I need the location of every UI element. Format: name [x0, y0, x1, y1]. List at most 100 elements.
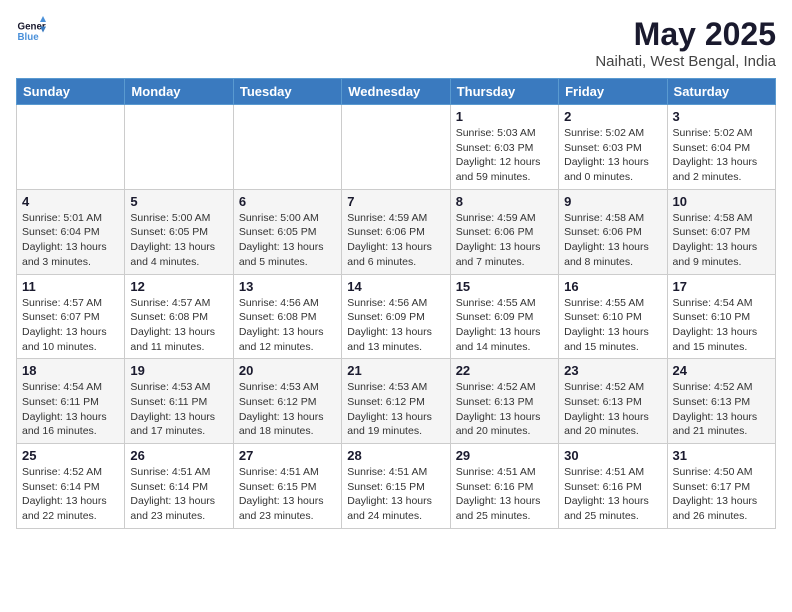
- day-number: 12: [130, 279, 227, 294]
- day-number: 2: [564, 109, 661, 124]
- day-number: 24: [673, 363, 770, 378]
- day-info: Sunrise: 4:57 AMSunset: 6:07 PMDaylight:…: [22, 296, 119, 355]
- calendar-cell: 8 Sunrise: 4:59 AMSunset: 6:06 PMDaylight…: [450, 189, 558, 274]
- calendar-cell: 28 Sunrise: 4:51 AMSunset: 6:15 PMDayligh…: [342, 444, 450, 529]
- calendar-cell: 5Sunrise: 5:00 AMSunset: 6:05 PMDaylight…: [125, 189, 233, 274]
- day-number: 22: [456, 363, 553, 378]
- day-number: 11: [22, 279, 119, 294]
- day-info: Sunrise: 4:51 AMSunset: 6:15 PMDaylight:…: [347, 465, 444, 524]
- day-info: Sunrise: 4:51 AMSunset: 6:15 PMDaylight:…: [239, 465, 336, 524]
- calendar-cell: 3Sunrise: 5:02 AMSunset: 6:04 PMDaylight…: [667, 105, 775, 190]
- day-number: 8: [456, 194, 553, 209]
- day-info: Sunrise: 4:52 AMSunset: 6:13 PMDaylight:…: [673, 380, 770, 439]
- calendar-cell: 24 Sunrise: 4:52 AMSunset: 6:13 PMDayligh…: [667, 359, 775, 444]
- day-number: 20: [239, 363, 336, 378]
- day-info: Sunrise: 4:51 AMSunset: 6:16 PMDaylight:…: [456, 465, 553, 524]
- calendar-cell: 19Sunrise: 4:53 AMSunset: 6:11 PMDayligh…: [125, 359, 233, 444]
- day-number: 23: [564, 363, 661, 378]
- day-number: 25: [22, 448, 119, 463]
- page-header: General Blue May 2025 Naihati, West Beng…: [16, 16, 776, 70]
- calendar-cell: 12 Sunrise: 4:57 AMSunset: 6:08 PMDayligh…: [125, 274, 233, 359]
- day-number: 28: [347, 448, 444, 463]
- day-info: Sunrise: 4:56 AMSunset: 6:09 PMDaylight:…: [347, 296, 444, 355]
- month-title: May 2025: [595, 16, 776, 53]
- day-number: 30: [564, 448, 661, 463]
- day-header-friday: Friday: [559, 79, 667, 105]
- day-number: 1: [456, 109, 553, 124]
- calendar-cell: 2 Sunrise: 5:02 AMSunset: 6:03 PMDaylight…: [559, 105, 667, 190]
- day-info: Sunrise: 4:56 AMSunset: 6:08 PMDaylight:…: [239, 296, 336, 355]
- calendar-week-1: 1 Sunrise: 5:03 AMSunset: 6:03 PMDaylight…: [17, 105, 776, 190]
- calendar-cell: 6Sunrise: 5:00 AMSunset: 6:05 PMDaylight…: [233, 189, 341, 274]
- day-info: Sunrise: 4:57 AMSunset: 6:08 PMDaylight:…: [130, 296, 227, 355]
- day-header-tuesday: Tuesday: [233, 79, 341, 105]
- day-number: 21: [347, 363, 444, 378]
- svg-text:Blue: Blue: [18, 32, 40, 43]
- day-number: 17: [673, 279, 770, 294]
- day-info: Sunrise: 4:51 AMSunset: 6:16 PMDaylight:…: [564, 465, 661, 524]
- day-info: Sunrise: 5:01 AMSunset: 6:04 PMDaylight:…: [22, 211, 119, 270]
- day-info: Sunrise: 4:51 AMSunset: 6:14 PMDaylight:…: [130, 465, 227, 524]
- day-number: 31: [673, 448, 770, 463]
- day-info: Sunrise: 4:52 AMSunset: 6:13 PMDaylight:…: [456, 380, 553, 439]
- day-number: 16: [564, 279, 661, 294]
- day-info: Sunrise: 4:53 AMSunset: 6:12 PMDaylight:…: [239, 380, 336, 439]
- calendar-cell: 18 Sunrise: 4:54 AMSunset: 6:11 PMDayligh…: [17, 359, 125, 444]
- calendar-cell: 13 Sunrise: 4:56 AMSunset: 6:08 PMDayligh…: [233, 274, 341, 359]
- calendar-cell: 14Sunrise: 4:56 AMSunset: 6:09 PMDayligh…: [342, 274, 450, 359]
- calendar-header-row: SundayMondayTuesdayWednesdayThursdayFrid…: [17, 79, 776, 105]
- calendar-week-3: 11 Sunrise: 4:57 AMSunset: 6:07 PMDayligh…: [17, 274, 776, 359]
- calendar-cell: 10 Sunrise: 4:58 AMSunset: 6:07 PMDayligh…: [667, 189, 775, 274]
- day-info: Sunrise: 4:58 AMSunset: 6:06 PMDaylight:…: [564, 211, 661, 270]
- day-info: Sunrise: 4:52 AMSunset: 6:13 PMDaylight:…: [564, 380, 661, 439]
- day-number: 29: [456, 448, 553, 463]
- logo-icon: General Blue: [16, 16, 46, 46]
- calendar-cell: [342, 105, 450, 190]
- day-number: 26: [130, 448, 227, 463]
- day-info: Sunrise: 4:58 AMSunset: 6:07 PMDaylight:…: [673, 211, 770, 270]
- day-info: Sunrise: 5:00 AMSunset: 6:05 PMDaylight:…: [130, 211, 227, 270]
- calendar-cell: 17 Sunrise: 4:54 AMSunset: 6:10 PMDayligh…: [667, 274, 775, 359]
- calendar-week-5: 25 Sunrise: 4:52 AMSunset: 6:14 PMDayligh…: [17, 444, 776, 529]
- calendar-cell: 31 Sunrise: 4:50 AMSunset: 6:17 PMDayligh…: [667, 444, 775, 529]
- day-info: Sunrise: 4:54 AMSunset: 6:10 PMDaylight:…: [673, 296, 770, 355]
- day-number: 3: [673, 109, 770, 124]
- day-info: Sunrise: 5:00 AMSunset: 6:05 PMDaylight:…: [239, 211, 336, 270]
- calendar-week-2: 4 Sunrise: 5:01 AMSunset: 6:04 PMDaylight…: [17, 189, 776, 274]
- calendar-cell: 11 Sunrise: 4:57 AMSunset: 6:07 PMDayligh…: [17, 274, 125, 359]
- day-info: Sunrise: 4:52 AMSunset: 6:14 PMDaylight:…: [22, 465, 119, 524]
- day-info: Sunrise: 5:03 AMSunset: 6:03 PMDaylight:…: [456, 126, 553, 185]
- calendar-cell: 25 Sunrise: 4:52 AMSunset: 6:14 PMDayligh…: [17, 444, 125, 529]
- calendar-week-4: 18 Sunrise: 4:54 AMSunset: 6:11 PMDayligh…: [17, 359, 776, 444]
- day-number: 18: [22, 363, 119, 378]
- day-number: 15: [456, 279, 553, 294]
- day-info: Sunrise: 4:59 AMSunset: 6:06 PMDaylight:…: [456, 211, 553, 270]
- day-info: Sunrise: 4:55 AMSunset: 6:09 PMDaylight:…: [456, 296, 553, 355]
- day-info: Sunrise: 4:55 AMSunset: 6:10 PMDaylight:…: [564, 296, 661, 355]
- calendar-cell: [233, 105, 341, 190]
- calendar-cell: 9 Sunrise: 4:58 AMSunset: 6:06 PMDaylight…: [559, 189, 667, 274]
- day-info: Sunrise: 4:59 AMSunset: 6:06 PMDaylight:…: [347, 211, 444, 270]
- day-info: Sunrise: 5:02 AMSunset: 6:03 PMDaylight:…: [564, 126, 661, 185]
- calendar-cell: 15 Sunrise: 4:55 AMSunset: 6:09 PMDayligh…: [450, 274, 558, 359]
- day-number: 19: [130, 363, 227, 378]
- day-header-wednesday: Wednesday: [342, 79, 450, 105]
- day-info: Sunrise: 4:54 AMSunset: 6:11 PMDaylight:…: [22, 380, 119, 439]
- calendar-cell: 23 Sunrise: 4:52 AMSunset: 6:13 PMDayligh…: [559, 359, 667, 444]
- day-number: 9: [564, 194, 661, 209]
- logo: General Blue: [16, 16, 46, 46]
- calendar-cell: 4 Sunrise: 5:01 AMSunset: 6:04 PMDaylight…: [17, 189, 125, 274]
- calendar-cell: 22 Sunrise: 4:52 AMSunset: 6:13 PMDayligh…: [450, 359, 558, 444]
- calendar-cell: 30 Sunrise: 4:51 AMSunset: 6:16 PMDayligh…: [559, 444, 667, 529]
- day-info: Sunrise: 4:53 AMSunset: 6:12 PMDaylight:…: [347, 380, 444, 439]
- day-number: 13: [239, 279, 336, 294]
- day-header-sunday: Sunday: [17, 79, 125, 105]
- day-header-thursday: Thursday: [450, 79, 558, 105]
- day-info: Sunrise: 4:50 AMSunset: 6:17 PMDaylight:…: [673, 465, 770, 524]
- calendar-cell: 21 Sunrise: 4:53 AMSunset: 6:12 PMDayligh…: [342, 359, 450, 444]
- calendar-cell: 29 Sunrise: 4:51 AMSunset: 6:16 PMDayligh…: [450, 444, 558, 529]
- calendar-cell: 26 Sunrise: 4:51 AMSunset: 6:14 PMDayligh…: [125, 444, 233, 529]
- day-number: 10: [673, 194, 770, 209]
- day-number: 4: [22, 194, 119, 209]
- day-number: 27: [239, 448, 336, 463]
